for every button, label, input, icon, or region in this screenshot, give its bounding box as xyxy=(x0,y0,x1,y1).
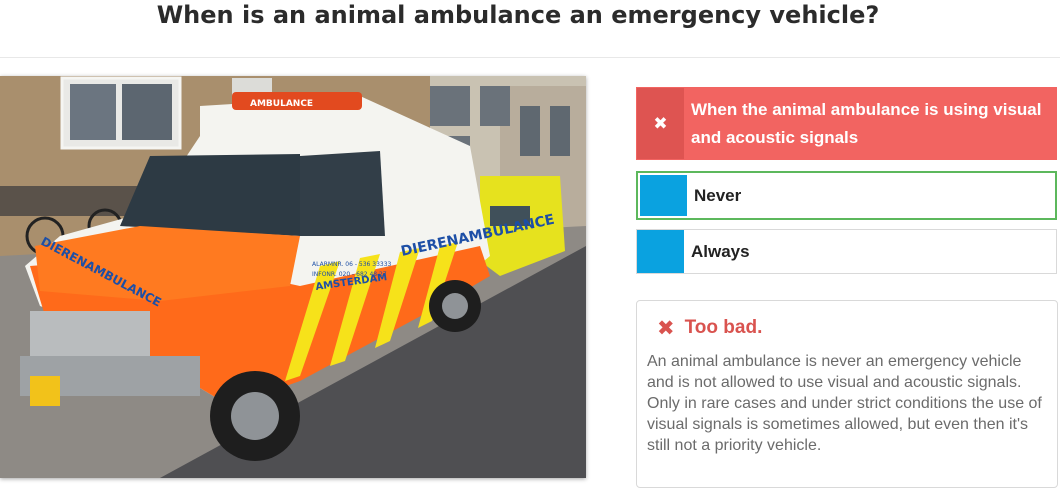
answer-marker xyxy=(637,230,684,273)
answer-label: When the animal ambulance is using visua… xyxy=(691,99,1042,147)
answer-label: Never xyxy=(694,185,742,205)
question-photo: AMBULANCE DIERENAMBULANCE DIERENAMBULANC… xyxy=(0,76,586,478)
feedback-panel: ✖ Too bad. An animal ambulance is never … xyxy=(636,300,1058,488)
title-divider xyxy=(0,57,1060,58)
close-icon: ✖ xyxy=(657,316,675,340)
feedback-heading: Too bad. xyxy=(684,317,763,338)
close-icon: ✖ xyxy=(637,88,684,159)
answer-option-signals[interactable]: ✖ When the animal ambulance is using vis… xyxy=(636,87,1057,160)
answer-marker xyxy=(640,175,687,216)
question-title: When is an animal ambulance an emergency… xyxy=(156,1,880,29)
answer-label: Always xyxy=(691,241,750,261)
ambulance-photo: AMBULANCE DIERENAMBULANCE DIERENAMBULANC… xyxy=(0,76,586,478)
answer-option-always[interactable]: Always xyxy=(636,229,1057,274)
answer-option-never[interactable]: Never xyxy=(636,171,1057,220)
alarm-number: ALARMNR. 06 - 536 33333 xyxy=(312,261,392,268)
feedback-header: ✖ Too bad. xyxy=(657,316,762,340)
feedback-text: An animal ambulance is never an emergenc… xyxy=(647,353,1042,454)
roof-sign-text: AMBULANCE xyxy=(250,99,313,109)
